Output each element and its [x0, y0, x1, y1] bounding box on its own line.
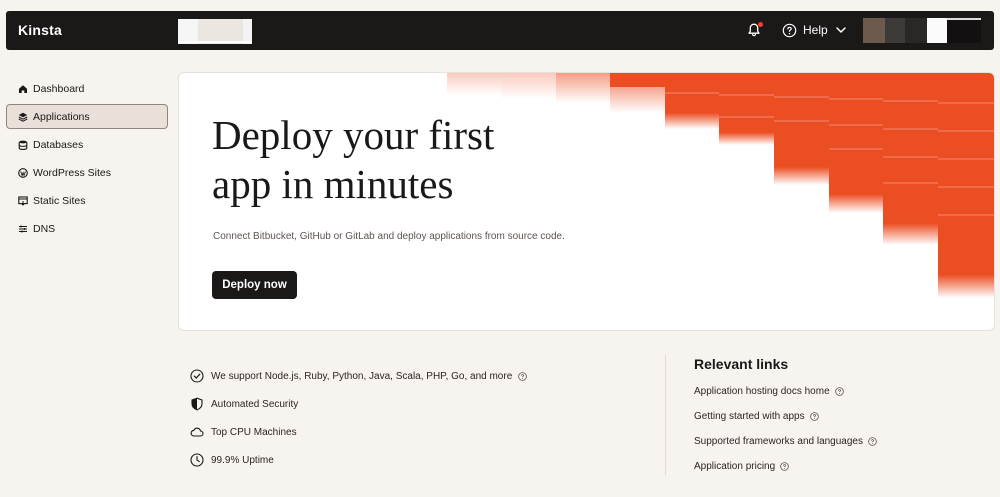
help-icon[interactable]: [834, 387, 844, 396]
link-label[interactable]: Getting started with apps: [694, 411, 805, 422]
sidebar-item-label: WordPress Sites: [33, 166, 111, 179]
wordpress-icon: [18, 167, 28, 178]
feature-security: Automated Security: [190, 390, 527, 418]
deploy-now-button[interactable]: Deploy now: [212, 271, 297, 299]
sidebar-item-static-sites[interactable]: Static Sites: [6, 188, 168, 213]
feature-label: 99.9% Uptime: [211, 454, 274, 466]
help-icon[interactable]: [868, 437, 877, 446]
feature-cpu: Top CPU Machines: [190, 418, 527, 446]
shield-icon: [191, 397, 203, 411]
sidebar-item-label: Dashboard: [33, 82, 85, 95]
sidebar: Dashboard Applications Databases WordPre…: [6, 76, 168, 244]
help-icon: [782, 23, 797, 37]
link-hosting-docs[interactable]: Application hosting docs home: [694, 379, 877, 404]
database-icon: [18, 140, 28, 150]
relevant-links-list: Application hosting docs home Getting st…: [694, 379, 877, 479]
sidebar-item-databases[interactable]: Databases: [6, 132, 168, 157]
sidebar-item-dashboard[interactable]: Dashboard: [6, 76, 168, 101]
notification-dot: [758, 22, 763, 27]
dns-icon: [19, 225, 27, 232]
feature-list: We support Node.js, Ruby, Python, Java, …: [190, 362, 528, 474]
feature-label: Top CPU Machines: [211, 426, 297, 438]
feature-label: We support Node.js, Ruby, Python, Java, …: [211, 370, 513, 382]
section-divider: [665, 355, 666, 475]
help-icon[interactable]: [518, 371, 528, 381]
clock-icon: [190, 453, 204, 467]
link-getting-started[interactable]: Getting started with apps: [694, 404, 877, 429]
top-bar: Kinsta Help: [6, 11, 994, 50]
home-icon: [19, 84, 27, 93]
kinsta-logo[interactable]: Kinsta: [18, 22, 62, 38]
check-circle-icon: [190, 369, 204, 383]
link-label[interactable]: Application pricing: [694, 461, 775, 472]
link-frameworks[interactable]: Supported frameworks and languages: [694, 429, 877, 454]
link-label[interactable]: Supported frameworks and languages: [694, 436, 863, 447]
link-label[interactable]: Application hosting docs home: [694, 386, 830, 397]
sidebar-item-label: Applications: [33, 110, 90, 123]
sidebar-item-wordpress-sites[interactable]: WordPress Sites: [6, 160, 168, 185]
sidebar-item-label: Static Sites: [33, 194, 86, 207]
sidebar-item-applications[interactable]: Applications: [6, 104, 168, 129]
chevron-down-icon[interactable]: [835, 25, 847, 35]
stack-icon: [18, 112, 28, 122]
help-label: Help: [803, 23, 828, 37]
help-button[interactable]: Help: [782, 21, 828, 39]
redacted-company-name: [178, 19, 252, 44]
redacted-user-avatar[interactable]: [863, 18, 981, 43]
relevant-links-title: Relevant links: [694, 356, 789, 372]
feature-uptime: 99.9% Uptime: [190, 446, 527, 474]
static-site-icon: [18, 195, 28, 206]
sidebar-item-dns[interactable]: DNS: [6, 216, 168, 241]
cloud-icon: [190, 427, 204, 437]
help-icon[interactable]: [780, 462, 789, 471]
help-icon[interactable]: [809, 412, 819, 421]
sidebar-item-label: DNS: [33, 222, 56, 235]
feature-label: Automated Security: [211, 398, 299, 410]
hero-card: Deploy your first app in minutes Connect…: [178, 72, 995, 331]
hero-decorative-blocks: [447, 73, 994, 298]
link-pricing[interactable]: Application pricing: [694, 454, 877, 479]
feature-languages: We support Node.js, Ruby, Python, Java, …: [190, 362, 528, 390]
sidebar-item-label: Databases: [33, 138, 84, 151]
